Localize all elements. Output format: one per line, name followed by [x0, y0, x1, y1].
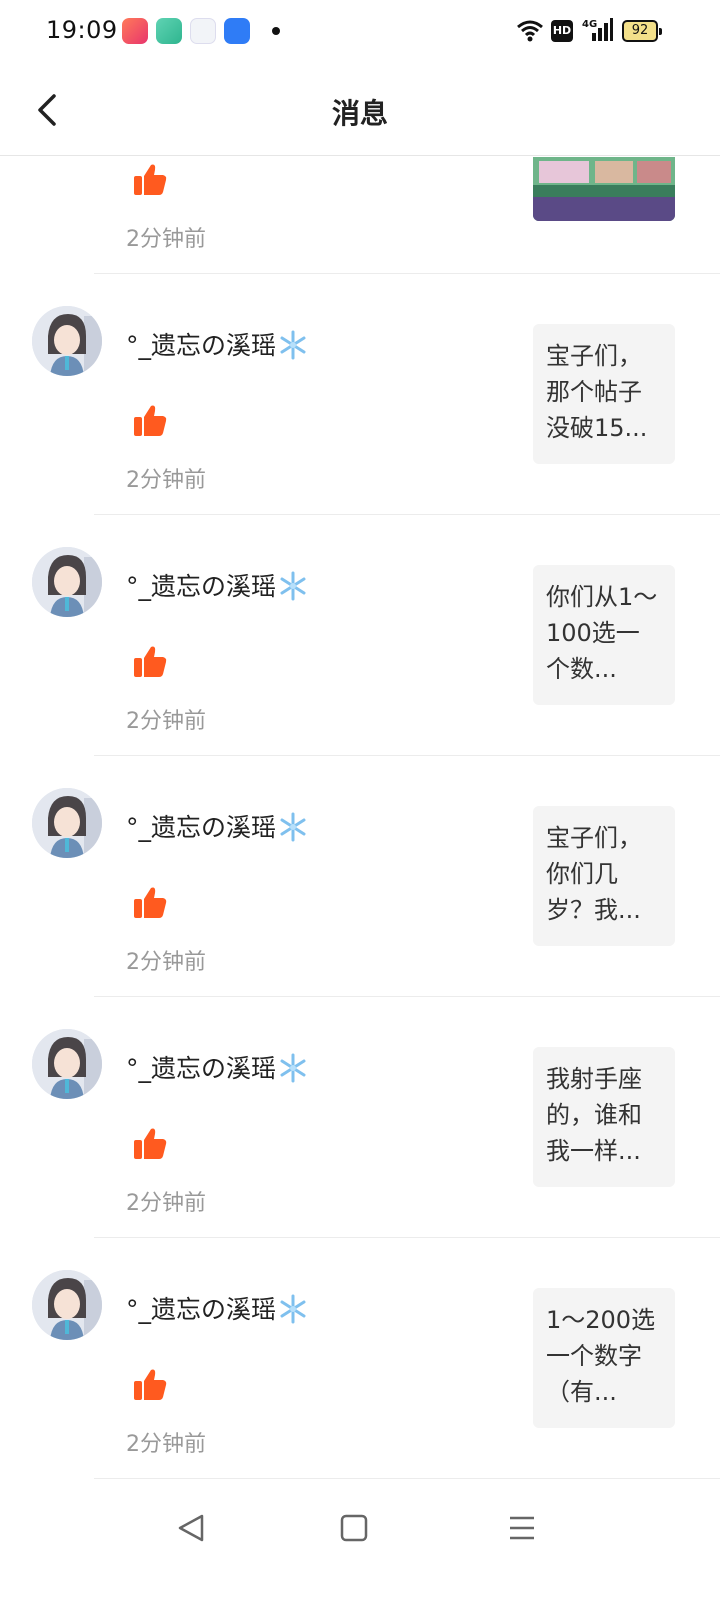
post-preview[interactable]: 你们从1～100选一个数... — [533, 565, 675, 705]
list-item[interactable]: °_遗忘の溪瑶 2分钟前 1～200选一个数字（有... — [0, 1238, 720, 1479]
post-preview-text: 我射手座的，谁和我一样... — [546, 1065, 642, 1165]
avatar[interactable] — [32, 788, 102, 858]
post-preview[interactable]: 1～200选一个数字（有... — [533, 1288, 675, 1428]
thumbs-up-icon — [134, 164, 167, 195]
avatar-image — [32, 1029, 102, 1099]
avatar[interactable] — [32, 1029, 102, 1099]
message-list[interactable]: 2分钟前 °_遗忘の溪瑶 2分钟前 宝子们，那个帖子没破15... °_遗忘の溪… — [0, 157, 720, 1480]
snowflake-icon — [280, 330, 306, 360]
username: °_遗忘の溪瑶 — [126, 808, 308, 844]
nav-recents-button[interactable] — [502, 1508, 542, 1548]
thumbs-up-icon — [134, 646, 167, 677]
square-home-icon — [340, 1514, 368, 1542]
status-time: 19:09 — [46, 16, 118, 44]
message-time: 2分钟前 — [126, 227, 206, 252]
thumbnail-image — [533, 157, 675, 221]
signal-icon: 4G — [582, 18, 613, 41]
page-title: 消息 — [331, 97, 388, 130]
wifi-icon — [517, 20, 543, 42]
avatar-image — [32, 788, 102, 858]
message-time: 2分钟前 — [126, 1191, 206, 1216]
list-item[interactable]: °_遗忘の溪瑶 2分钟前 你们从1～100选一个数... — [0, 515, 720, 756]
list-item[interactable]: °_遗忘の溪瑶 2分钟前 宝子们，那个帖子没破15... — [0, 274, 720, 515]
username: °_遗忘の溪瑶 — [126, 326, 308, 362]
menu-recents-icon — [510, 1516, 534, 1540]
nav-home-button[interactable] — [334, 1508, 374, 1548]
triangle-back-icon — [178, 1514, 204, 1542]
system-navigation-bar — [0, 1480, 720, 1600]
list-item[interactable]: °_遗忘の溪瑶 2分钟前 我射手座的，谁和我一样... — [0, 997, 720, 1238]
status-bar: 19:09 HD 4G 92 — [0, 0, 720, 64]
list-item[interactable]: °_遗忘の溪瑶 2分钟前 宝子们，你们几岁？我... — [0, 756, 720, 997]
avatar[interactable] — [32, 306, 102, 376]
post-preview[interactable]: 我射手座的，谁和我一样... — [533, 1047, 675, 1187]
battery-indicator: 92 — [622, 20, 662, 42]
avatar[interactable] — [32, 1270, 102, 1340]
snowflake-icon — [280, 1053, 306, 1083]
list-item[interactable]: 2分钟前 — [0, 157, 720, 274]
calendar-icon — [190, 18, 216, 44]
thumbs-up-icon — [134, 1128, 167, 1159]
username: °_遗忘の溪瑶 — [126, 1290, 308, 1326]
thumbs-up-icon — [134, 887, 167, 918]
avatar-image — [32, 306, 102, 376]
network-type: 4G — [582, 19, 597, 30]
hd-badge: HD — [551, 20, 573, 42]
more-notifications-icon — [272, 27, 280, 35]
post-preview-text: 宝子们，那个帖子没破15... — [546, 342, 648, 442]
message-time: 2分钟前 — [126, 950, 206, 975]
app-notification-icon — [122, 18, 148, 44]
app-notification-icon — [156, 18, 182, 44]
avatar-image — [32, 1270, 102, 1340]
username: °_遗忘の溪瑶 — [126, 567, 308, 603]
username: °_遗忘の溪瑶 — [126, 1049, 308, 1085]
header: 消息 — [0, 64, 720, 156]
post-preview[interactable]: 宝子们，那个帖子没破15... — [533, 324, 675, 464]
avatar-image — [32, 547, 102, 617]
message-time: 2分钟前 — [126, 709, 206, 734]
divider — [94, 1478, 720, 1479]
thumbs-up-icon — [134, 1369, 167, 1400]
post-preview-text: 宝子们，你们几岁？我... — [546, 824, 642, 924]
thumbs-up-icon — [134, 405, 167, 436]
post-preview[interactable]: 宝子们，你们几岁？我... — [533, 806, 675, 946]
snowflake-icon — [280, 1294, 306, 1324]
avatar[interactable] — [32, 547, 102, 617]
app-notification-icon — [224, 18, 250, 44]
message-time: 2分钟前 — [126, 468, 206, 493]
post-preview-text: 你们从1～100选一个数... — [546, 583, 658, 683]
message-time: 2分钟前 — [126, 1432, 206, 1457]
nav-back-button[interactable] — [172, 1508, 212, 1548]
snowflake-icon — [280, 571, 306, 601]
post-thumbnail[interactable] — [533, 157, 675, 221]
snowflake-icon — [280, 812, 306, 842]
post-preview-text: 1～200选一个数字（有... — [546, 1306, 656, 1406]
